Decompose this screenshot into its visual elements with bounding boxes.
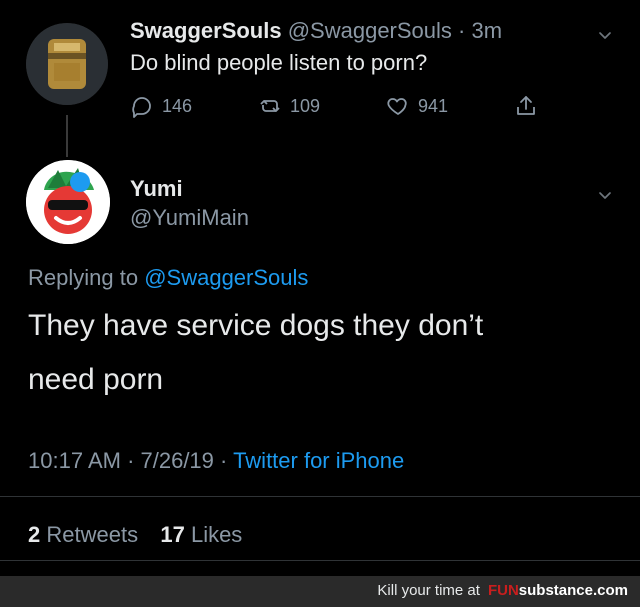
reply-icon: [132, 97, 151, 118]
tweet2-engagement: 2 Retweets 17 Likes: [28, 522, 242, 548]
like-count: 941: [418, 95, 449, 116]
tweet1-header: SwaggerSouls @SwaggerSouls · 3m: [130, 18, 502, 44]
yumi-avatar-icon: [26, 160, 110, 244]
divider: [0, 496, 640, 497]
heart-icon: [387, 98, 407, 115]
brand-left: FUN: [487, 582, 519, 599]
thread-connector: [66, 115, 68, 157]
tweet2-text-line2: need porn: [28, 363, 164, 396]
likes-count[interactable]: 17: [160, 522, 184, 547]
tweet2-author-handle[interactable]: @YumiMain: [130, 205, 249, 231]
avatar-yumimain[interactable]: [26, 160, 110, 244]
watermark-footer: Kill your time at FUNsubstance.com: [0, 576, 640, 607]
funsubstance-brand[interactable]: FUNsubstance.com: [488, 582, 628, 599]
reply-action[interactable]: 146: [130, 94, 192, 118]
knight-avatar-icon: [26, 23, 108, 105]
time-ago[interactable]: 3m: [472, 18, 503, 43]
share-action[interactable]: [514, 94, 538, 118]
like-action[interactable]: 941: [386, 94, 448, 118]
tweet2-meta: 10:17 AM · 7/26/19 · Twitter for iPhone: [28, 448, 404, 474]
tweet2-author-name[interactable]: Yumi: [130, 176, 183, 202]
watermark-prefix: Kill your time at: [377, 582, 480, 599]
retweet-action[interactable]: 109: [258, 94, 320, 118]
reply-count: 146: [162, 95, 193, 116]
brand-right: substance.com: [518, 582, 628, 599]
divider: [0, 560, 640, 561]
retweet-count: 109: [290, 95, 321, 116]
avatar-swaggersouls[interactable]: [26, 23, 108, 105]
retweets-label[interactable]: Retweets: [46, 522, 138, 547]
retweets-count[interactable]: 2: [28, 522, 40, 547]
retweet-icon: [260, 100, 280, 112]
watermark-text: Kill your time at FUNsubstance.com: [377, 582, 628, 599]
tweet2-timestamp[interactable]: 10:17 AM · 7/26/19 ·: [28, 448, 227, 473]
likes-label[interactable]: Likes: [191, 522, 242, 547]
replying-to-handle[interactable]: @SwaggerSouls: [144, 265, 308, 290]
chevron-down-icon[interactable]: [598, 28, 612, 42]
share-icon: [517, 96, 535, 115]
replying-to-prefix: Replying to: [28, 265, 139, 290]
dot-separator: ·: [458, 18, 466, 43]
tweet2-text-line1: They have service dogs they don’t: [28, 309, 484, 342]
tweet1-text: Do blind people listen to porn?: [130, 50, 428, 75]
author-handle[interactable]: @SwaggerSouls: [288, 18, 452, 43]
chevron-down-icon[interactable]: [598, 188, 612, 202]
replying-to: Replying to @SwaggerSouls: [28, 265, 308, 291]
author-name[interactable]: SwaggerSouls: [130, 18, 282, 43]
tweet2-source[interactable]: Twitter for iPhone: [233, 448, 404, 473]
